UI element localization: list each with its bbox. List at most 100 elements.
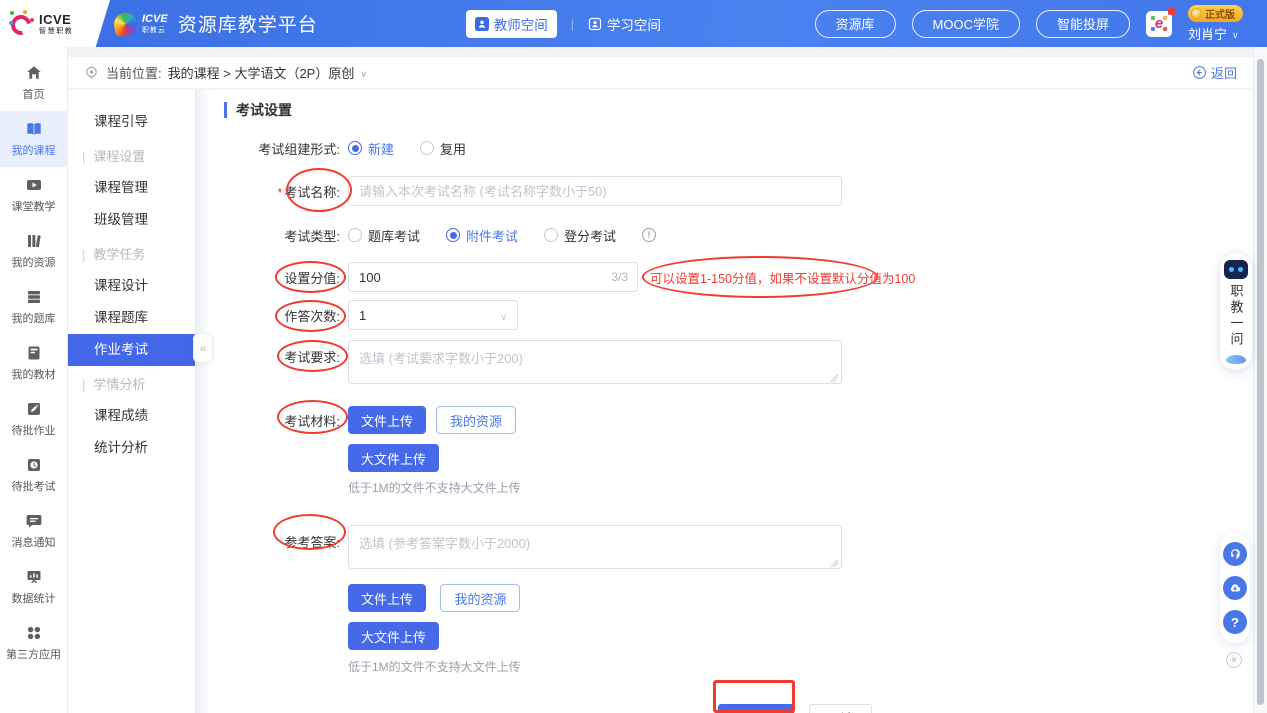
- learn-space-icon: [588, 17, 602, 31]
- message-icon: [26, 513, 42, 529]
- scrollbar-thumb[interactable]: [1257, 59, 1264, 705]
- sidebar-item-my-question-bank[interactable]: 我的题库: [0, 279, 67, 335]
- sidebar-item-classroom-teaching[interactable]: 课堂教学: [0, 167, 67, 223]
- char-counter: 3/3: [611, 270, 628, 284]
- radio-new-label[interactable]: 新建: [368, 139, 394, 158]
- radio-attachment-exam[interactable]: [446, 228, 460, 242]
- qa-assistant-label: 职教一问: [1230, 284, 1243, 348]
- header-nav: 教师空间 | 学习空间: [466, 10, 661, 38]
- wave-decoration: [1226, 355, 1246, 364]
- course-menu-section-course-settings: 课程设置: [68, 142, 195, 172]
- sidebar-item-pending-exams[interactable]: 待批考试: [0, 447, 67, 503]
- page-scrollbar: [1253, 47, 1267, 713]
- question-bank-icon: [26, 289, 42, 305]
- customer-service-button[interactable]: [1223, 542, 1247, 566]
- primary-logo: ICVE 智慧职教: [0, 0, 110, 47]
- smart-cast-button[interactable]: 智能投屏: [1036, 10, 1130, 38]
- version-badge: 正式版: [1188, 5, 1243, 22]
- logo-name: ICVE: [39, 13, 73, 26]
- breadcrumb-bar: 当前位置: 我的课程 > 大学语文（2P）原创 返回: [68, 57, 1253, 88]
- sidebar-item-data-statistics[interactable]: 数据统计: [0, 559, 67, 615]
- radio-question-bank-exam-label[interactable]: 题库考试: [368, 226, 420, 245]
- sidebar-item-third-party-apps[interactable]: 第三方应用: [0, 615, 67, 671]
- reference-label: 参考答案:: [238, 525, 340, 551]
- course-menu-item-course-grades[interactable]: 课程成绩: [68, 400, 195, 432]
- exam-name-row: *考试名称:: [238, 176, 1253, 206]
- course-menu-item-homework-exam[interactable]: 作业考试: [68, 334, 195, 366]
- sidebar-item-home[interactable]: 首页: [0, 55, 67, 111]
- materials-upload-button[interactable]: 文件上传: [348, 406, 426, 434]
- nav-teacher-space[interactable]: 教师空间: [466, 10, 557, 38]
- materials-big-upload-button[interactable]: 大文件上传: [348, 444, 439, 472]
- exam-type-label: 考试类型:: [238, 226, 340, 245]
- course-menu-item-course-design[interactable]: 课程设计: [68, 270, 195, 302]
- exam-name-input[interactable]: [348, 176, 842, 206]
- help-button[interactable]: ?: [1223, 610, 1247, 634]
- materials-my-resources-button[interactable]: 我的资源: [436, 406, 516, 434]
- course-menu-item-course-question-bank[interactable]: 课程题库: [68, 302, 195, 334]
- reference-textarea[interactable]: [348, 525, 842, 569]
- sidebar-item-pending-homework[interactable]: 待批作业: [0, 391, 67, 447]
- icve-app-icon[interactable]: e: [1146, 11, 1172, 37]
- requirement-textarea[interactable]: [348, 340, 842, 384]
- course-menu-item-statistics-analysis[interactable]: 统计分析: [68, 432, 195, 464]
- breadcrumb-chevron-down-icon[interactable]: [360, 65, 367, 80]
- resource-library-button[interactable]: 资源库: [815, 10, 896, 38]
- home-icon: [26, 65, 42, 81]
- reference-big-upload-button[interactable]: 大文件上传: [348, 622, 439, 650]
- requirement-row: 考试要求:: [238, 340, 1253, 389]
- exam-name-label: *考试名称:: [238, 182, 340, 201]
- attempts-value: 1: [359, 308, 366, 323]
- radio-attachment-exam-label[interactable]: 附件考试: [466, 226, 518, 245]
- score-label: 设置分值:: [238, 268, 340, 287]
- sidebar-item-my-textbooks[interactable]: 我的教材: [0, 335, 67, 391]
- app-header: ICVE 智慧职教 ICVE 职教云 资源库教学平台 教师空间 | 学习空间 资…: [0, 0, 1267, 47]
- score-input[interactable]: [348, 262, 638, 292]
- radio-score-entry-exam-label[interactable]: 登分考试: [564, 226, 616, 245]
- breadcrumb-path[interactable]: 我的课程 > 大学语文（2P）原创: [168, 63, 355, 82]
- course-menu-item-course-management[interactable]: 课程管理: [68, 172, 195, 204]
- download-icon: [1228, 581, 1242, 595]
- user-menu[interactable]: 正式版 刘肖宁: [1188, 5, 1243, 43]
- form-footer: 立即创建 取消: [718, 704, 1253, 713]
- robot-icon: [1224, 260, 1248, 279]
- radio-new[interactable]: [348, 141, 362, 155]
- course-menu-item-course-guide[interactable]: 课程引导: [68, 106, 195, 138]
- create-now-button[interactable]: 立即创建: [718, 704, 794, 713]
- stats-icon: [26, 569, 42, 585]
- sidebar-item-notifications[interactable]: 消息通知: [0, 503, 67, 559]
- materials-note: 低于1M的文件不支持大文件上传: [348, 479, 1253, 496]
- required-mark: *: [277, 185, 282, 200]
- course-icon: [26, 121, 42, 137]
- download-button[interactable]: [1223, 576, 1247, 600]
- back-button[interactable]: 返回: [1192, 63, 1237, 82]
- info-icon[interactable]: [642, 228, 656, 242]
- menu-collapse-button[interactable]: [193, 333, 213, 363]
- logo-subtitle: 智慧职教: [39, 28, 73, 35]
- exam-type-row: 考试类型: 题库考试 附件考试 登分考试: [238, 225, 1253, 245]
- course-menu: 课程引导 课程设置 课程管理 班级管理 教学任务 课程设计 课程题库 作业考试 …: [68, 90, 195, 713]
- qa-assistant-widget[interactable]: 职教一问: [1220, 253, 1252, 370]
- page-title: 考试设置: [224, 102, 1253, 118]
- radio-reuse[interactable]: [420, 141, 434, 155]
- nav-divider: |: [571, 17, 574, 31]
- mooc-academy-button[interactable]: MOOC学院: [912, 10, 1020, 38]
- attempts-select[interactable]: 1: [348, 300, 518, 330]
- radio-score-entry-exam[interactable]: [544, 228, 558, 242]
- attempts-row: 作答次数: 1: [238, 300, 1253, 330]
- helper-toolbar: ?: [1220, 533, 1250, 643]
- requirement-label: 考试要求:: [238, 340, 340, 366]
- course-menu-item-class-management[interactable]: 班级管理: [68, 204, 195, 236]
- select-chevron-down-icon: [500, 308, 507, 323]
- reference-upload-button[interactable]: 文件上传: [348, 584, 426, 612]
- reference-my-resources-button[interactable]: 我的资源: [440, 584, 520, 612]
- radio-reuse-label[interactable]: 复用: [440, 139, 466, 158]
- radio-question-bank-exam[interactable]: [348, 228, 362, 242]
- sidebar-item-my-resources[interactable]: 我的资源: [0, 223, 67, 279]
- chevron-down-icon: [1232, 26, 1239, 41]
- nav-learn-space[interactable]: 学习空间: [588, 14, 661, 34]
- cancel-button[interactable]: 取消: [809, 704, 872, 713]
- sidebar-item-my-courses[interactable]: 我的课程: [0, 111, 67, 167]
- customer-service-icon: [1228, 547, 1242, 561]
- close-helper-button[interactable]: [1226, 652, 1242, 668]
